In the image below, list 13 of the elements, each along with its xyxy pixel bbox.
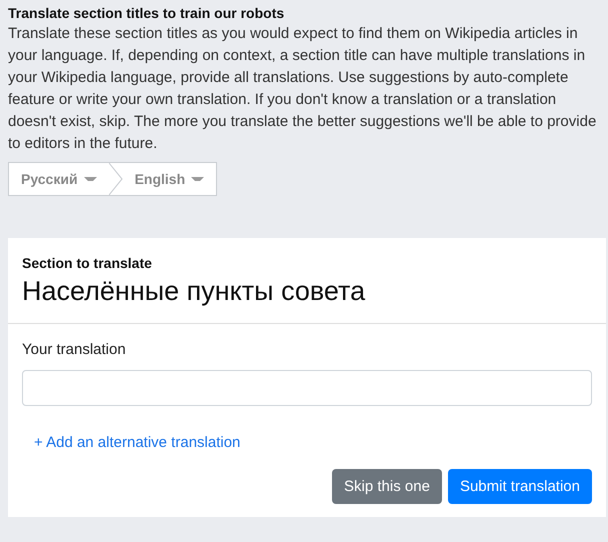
translation-label: Your translation	[22, 341, 127, 358]
intro-title: Translate section titles to train our robots	[8, 4, 286, 22]
add-alternative-link[interactable]: + Add an alternative translation	[34, 434, 240, 451]
section-label: Section to translate	[22, 255, 153, 271]
translation-input[interactable]	[22, 370, 592, 406]
section-title: Населённые пункты совета	[22, 275, 366, 307]
caret-icon	[84, 177, 97, 181]
intro-text: Translate these section titles as you would expect to find them on Wikipedia articles in your language. If, depending on context, a section title can have multiple translations in your Wikipedia language, provide all translations. Use suggestions by auto-complete feature or write your own translation. If you don't know a translation or a translation doesn't exist, skip. The more you translate the better suggestions we'll be able to provide to editors in the future.	[8, 24, 598, 154]
skip-button[interactable]: Skip this one	[332, 469, 442, 504]
target-language-dropdown[interactable]: English	[122, 163, 216, 195]
submit-button[interactable]: Submit translation	[448, 469, 592, 504]
source-language-dropdown[interactable]: Русский	[9, 163, 109, 195]
caret-icon	[191, 177, 204, 181]
